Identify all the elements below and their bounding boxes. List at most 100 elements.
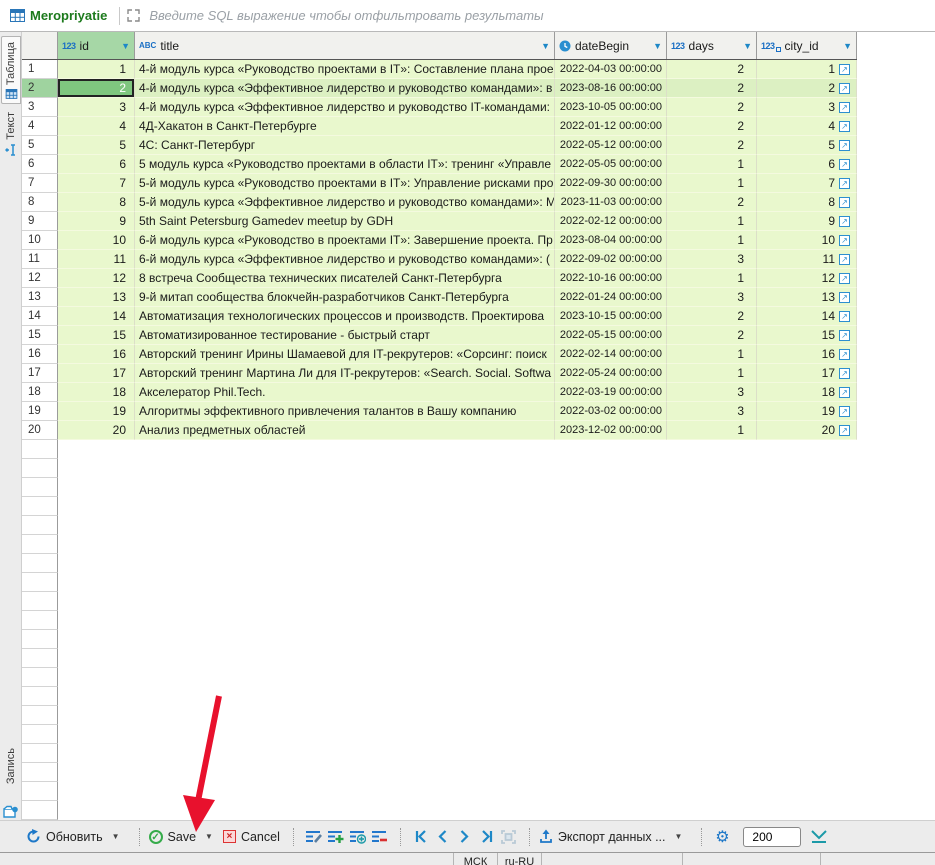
cell-title[interactable]: Анализ предметных областей bbox=[135, 421, 555, 440]
cell-city_id[interactable]: 4↗ bbox=[757, 117, 857, 136]
cell-days[interactable]: 2 bbox=[667, 60, 757, 79]
cell-days[interactable]: 2 bbox=[667, 136, 757, 155]
row-header-cell[interactable]: 6 bbox=[22, 155, 58, 174]
cell-days[interactable]: 2 bbox=[667, 98, 757, 117]
table-row[interactable]: 13139-й митап сообщества блокчейн-разраб… bbox=[22, 288, 857, 307]
cell-dateBegin[interactable]: 2022-02-12 00:00:00 bbox=[555, 212, 667, 231]
cell-dateBegin[interactable]: 2022-10-16 00:00:00 bbox=[555, 269, 667, 288]
previous-row-button[interactable] bbox=[432, 826, 454, 848]
open-reference-icon[interactable]: ↗ bbox=[839, 292, 850, 303]
open-reference-icon[interactable]: ↗ bbox=[839, 83, 850, 94]
cell-days[interactable]: 2 bbox=[667, 193, 757, 212]
cell-id[interactable]: 6 bbox=[58, 155, 135, 174]
cell-days[interactable]: 1 bbox=[667, 231, 757, 250]
empty-row-header-cell[interactable] bbox=[22, 725, 58, 744]
cell-days[interactable]: 3 bbox=[667, 402, 757, 421]
cell-title[interactable]: 9-й митап сообщества блокчейн-разработчи… bbox=[135, 288, 555, 307]
open-reference-icon[interactable]: ↗ bbox=[839, 235, 850, 246]
cell-dateBegin[interactable]: 2022-02-14 00:00:00 bbox=[555, 345, 667, 364]
cell-dateBegin[interactable]: 2022-01-12 00:00:00 bbox=[555, 117, 667, 136]
edit-row-button[interactable] bbox=[303, 826, 325, 848]
cell-id[interactable]: 16 bbox=[58, 345, 135, 364]
table-row[interactable]: 775-й модуль курса «Руководство проектам… bbox=[22, 174, 857, 193]
cell-city_id[interactable]: 9↗ bbox=[757, 212, 857, 231]
row-header-cell[interactable]: 17 bbox=[22, 364, 58, 383]
cell-title[interactable]: 4-й модуль курса «Эффективное лидерство … bbox=[135, 98, 555, 117]
column-header-id[interactable]: 123 id ▼ bbox=[58, 32, 135, 59]
cell-city_id[interactable]: 11↗ bbox=[757, 250, 857, 269]
cell-dateBegin[interactable]: 2022-05-05 00:00:00 bbox=[555, 155, 667, 174]
cell-days[interactable]: 1 bbox=[667, 364, 757, 383]
row-header-cell[interactable]: 15 bbox=[22, 326, 58, 345]
refresh-button[interactable]: Обновить ▼ bbox=[26, 829, 126, 844]
chevron-down-icon[interactable]: ▼ bbox=[205, 832, 213, 841]
fetch-next-page-button[interactable] bbox=[809, 826, 831, 848]
table-row[interactable]: 444Д-Хакатон в Санкт-Петербурге2022-01-1… bbox=[22, 117, 857, 136]
cell-id[interactable]: 7 bbox=[58, 174, 135, 193]
cell-city_id[interactable]: 15↗ bbox=[757, 326, 857, 345]
row-header-cell[interactable]: 2 bbox=[22, 79, 58, 98]
open-reference-icon[interactable]: ↗ bbox=[839, 330, 850, 341]
cell-city_id[interactable]: 17↗ bbox=[757, 364, 857, 383]
open-reference-icon[interactable]: ↗ bbox=[839, 387, 850, 398]
table-row[interactable]: 1616Авторский тренинг Ирины Шамаевой для… bbox=[22, 345, 857, 364]
open-reference-icon[interactable]: ↗ bbox=[839, 159, 850, 170]
cell-dateBegin[interactable]: 2022-05-24 00:00:00 bbox=[555, 364, 667, 383]
row-header-cell[interactable]: 19 bbox=[22, 402, 58, 421]
empty-row-header-cell[interactable] bbox=[22, 573, 58, 592]
empty-row-header-cell[interactable] bbox=[22, 687, 58, 706]
cell-city_id[interactable]: 20↗ bbox=[757, 421, 857, 440]
cell-dateBegin[interactable]: 2022-09-30 00:00:00 bbox=[555, 174, 667, 193]
cell-id[interactable]: 1 bbox=[58, 60, 135, 79]
empty-row-header-cell[interactable] bbox=[22, 801, 58, 820]
table-row[interactable]: 1414Автоматизация технологических процес… bbox=[22, 307, 857, 326]
column-menu-caret-icon[interactable]: ▼ bbox=[843, 41, 852, 51]
row-header-cell[interactable]: 9 bbox=[22, 212, 58, 231]
cell-title[interactable]: 5-й модуль курса «Эффективное лидерство … bbox=[135, 193, 555, 212]
cell-id[interactable]: 17 bbox=[58, 364, 135, 383]
cell-id[interactable]: 20 bbox=[58, 421, 135, 440]
cell-id[interactable]: 4 bbox=[58, 117, 135, 136]
cancel-button[interactable]: × Cancel bbox=[223, 830, 280, 844]
cell-city_id[interactable]: 6↗ bbox=[757, 155, 857, 174]
open-reference-icon[interactable]: ↗ bbox=[839, 64, 850, 75]
cell-title[interactable]: 5th Saint Petersburg Gamedev meetup by G… bbox=[135, 212, 555, 231]
cell-dateBegin[interactable]: 2023-11-03 00:00:00 bbox=[555, 193, 667, 212]
cell-dateBegin[interactable]: 2022-04-03 00:00:00 bbox=[555, 60, 667, 79]
open-reference-icon[interactable]: ↗ bbox=[839, 102, 850, 113]
cell-dateBegin[interactable]: 2023-08-16 00:00:00 bbox=[555, 79, 667, 98]
cell-title[interactable]: Акселератор Phil.Tech. bbox=[135, 383, 555, 402]
row-header-cell[interactable]: 8 bbox=[22, 193, 58, 212]
cell-days[interactable]: 2 bbox=[667, 79, 757, 98]
cell-id[interactable]: 10 bbox=[58, 231, 135, 250]
row-header-cell[interactable]: 7 bbox=[22, 174, 58, 193]
empty-row-header-cell[interactable] bbox=[22, 440, 58, 459]
cell-id[interactable]: 8 bbox=[58, 193, 135, 212]
table-row[interactable]: 1818Акселератор Phil.Tech.2022-03-19 00:… bbox=[22, 383, 857, 402]
row-header-cell[interactable]: 5 bbox=[22, 136, 58, 155]
empty-row-header-cell[interactable] bbox=[22, 497, 58, 516]
table-row[interactable]: 554С: Санкт-Петербург2022-05-12 00:00:00… bbox=[22, 136, 857, 155]
cell-dateBegin[interactable]: 2023-10-05 00:00:00 bbox=[555, 98, 667, 117]
cell-dateBegin[interactable]: 2023-12-02 00:00:00 bbox=[555, 421, 667, 440]
last-row-button[interactable] bbox=[476, 826, 498, 848]
cell-id[interactable]: 19 bbox=[58, 402, 135, 421]
cell-title[interactable]: 8 встреча Сообщества технических писател… bbox=[135, 269, 555, 288]
cell-days[interactable]: 2 bbox=[667, 307, 757, 326]
table-row[interactable]: 665 модуль курса «Руководство проектами … bbox=[22, 155, 857, 174]
chevron-down-icon[interactable]: ▼ bbox=[675, 832, 683, 841]
row-header-cell[interactable]: 18 bbox=[22, 383, 58, 402]
cell-days[interactable]: 3 bbox=[667, 383, 757, 402]
column-header-title[interactable]: ABC title ▼ bbox=[135, 32, 555, 59]
table-row[interactable]: 224-й модуль курса «Эффективное лидерств… bbox=[22, 79, 857, 98]
open-reference-icon[interactable]: ↗ bbox=[839, 121, 850, 132]
table-row[interactable]: 114-й модуль курса «Руководство проектам… bbox=[22, 60, 857, 79]
side-tab-grid[interactable]: Таблица bbox=[1, 36, 21, 104]
expand-filter-icon[interactable] bbox=[126, 8, 141, 23]
cell-days[interactable]: 1 bbox=[667, 421, 757, 440]
empty-row-header-cell[interactable] bbox=[22, 535, 58, 554]
cell-city_id[interactable]: 2↗ bbox=[757, 79, 857, 98]
open-reference-icon[interactable]: ↗ bbox=[839, 368, 850, 379]
cell-id[interactable]: 5 bbox=[58, 136, 135, 155]
cell-city_id[interactable]: 1↗ bbox=[757, 60, 857, 79]
